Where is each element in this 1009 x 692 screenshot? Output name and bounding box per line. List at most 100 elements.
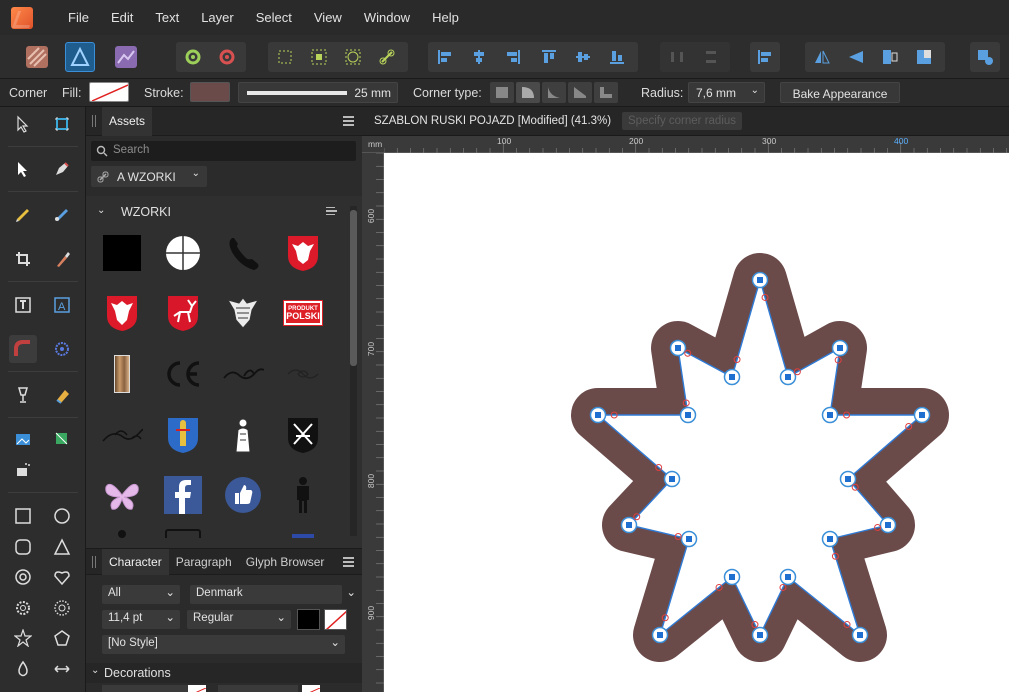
radius-input[interactable]: 7,6 mm ⌄ bbox=[688, 82, 765, 103]
cog-tool-icon[interactable] bbox=[9, 594, 37, 622]
crop-tool-icon[interactable] bbox=[9, 245, 37, 273]
heart-tool-icon[interactable] bbox=[48, 563, 76, 591]
bake-appearance-button[interactable]: Bake Appearance bbox=[780, 82, 900, 103]
text-stroke-swatch[interactable] bbox=[324, 609, 347, 630]
assets-search-input[interactable]: Search bbox=[91, 141, 356, 161]
document-title[interactable]: SZABLON RUSKI POJAZD [Modified] (41.3%) bbox=[374, 115, 611, 127]
designer-persona-icon[interactable] bbox=[22, 42, 52, 72]
assets-scroll-thumb[interactable] bbox=[350, 210, 357, 366]
decoration-controls-1[interactable] bbox=[102, 685, 192, 692]
select-link-icon[interactable] bbox=[372, 42, 402, 72]
panel-grip-icon[interactable] bbox=[92, 115, 96, 127]
pixel-persona-icon[interactable] bbox=[65, 42, 95, 72]
font-scope-dropdown[interactable]: All ⌄ bbox=[102, 585, 180, 604]
menu-layer[interactable]: Layer bbox=[190, 10, 245, 25]
vector-brush-tool-icon[interactable] bbox=[48, 199, 76, 227]
star-burst-tool-icon[interactable] bbox=[48, 594, 76, 622]
asset-partial-2[interactable] bbox=[162, 526, 204, 538]
point-transform-tool-icon[interactable] bbox=[48, 335, 76, 363]
font-weight-dropdown[interactable]: Regular ⌄ bbox=[187, 610, 291, 629]
panel-menu-icon[interactable] bbox=[343, 557, 354, 567]
corner-straight-icon[interactable] bbox=[594, 82, 618, 103]
asset-produkt-polski-badge[interactable]: PRODUKT POLSKI bbox=[282, 292, 324, 334]
asset-deer-shield[interactable] bbox=[162, 292, 204, 334]
decoration-swatch-1[interactable] bbox=[188, 685, 206, 692]
artistic-text-tool-icon[interactable]: A bbox=[48, 291, 76, 319]
rounded-rectangle-tool-icon[interactable] bbox=[9, 533, 37, 561]
asset-polish-eagle-shield[interactable] bbox=[282, 232, 324, 274]
rectangle-tool-icon[interactable] bbox=[9, 502, 37, 530]
affinity-designer-logo-icon[interactable] bbox=[11, 6, 33, 29]
select-inside-icon[interactable] bbox=[304, 42, 334, 72]
corner-chamfer-icon[interactable] bbox=[568, 82, 592, 103]
corner-rounded-icon[interactable] bbox=[516, 82, 540, 103]
asset-polish-eagle-shield-2[interactable] bbox=[101, 292, 143, 334]
select-bounds-icon[interactable] bbox=[270, 42, 300, 72]
asset-emblem-crossed[interactable] bbox=[282, 414, 324, 456]
corner-concave-icon[interactable] bbox=[542, 82, 566, 103]
menu-help[interactable]: Help bbox=[421, 10, 470, 25]
menu-file[interactable]: File bbox=[57, 10, 100, 25]
fill-swatch[interactable] bbox=[89, 82, 129, 102]
flip-horizontal-icon[interactable] bbox=[807, 42, 837, 72]
category-menu-icon[interactable] bbox=[326, 207, 337, 215]
asset-category-dropdown[interactable]: A WZORKI ⌄ bbox=[91, 166, 207, 187]
asset-ornament[interactable] bbox=[282, 353, 324, 395]
asset-flourish[interactable] bbox=[222, 353, 264, 395]
assets-category-header[interactable]: ⌄ WZORKI bbox=[89, 203, 341, 223]
tab-glyph-browser[interactable]: Glyph Browser bbox=[239, 549, 332, 575]
menu-edit[interactable]: Edit bbox=[100, 10, 144, 25]
place-image-tool-icon[interactable] bbox=[9, 425, 37, 453]
vertical-ruler[interactable]: 600 700 800 900 bbox=[362, 153, 384, 692]
asset-black-square[interactable] bbox=[101, 232, 143, 274]
font-size-field[interactable]: 11,4 pt ⌄ bbox=[102, 610, 180, 629]
align-center-icon[interactable] bbox=[464, 42, 494, 72]
node-tool-icon[interactable] bbox=[9, 155, 37, 183]
artboard-tool-icon[interactable] bbox=[48, 110, 76, 138]
polygon-tool-icon[interactable] bbox=[48, 624, 76, 652]
asset-partial-3[interactable] bbox=[282, 530, 324, 538]
paint-brush-tool-icon[interactable] bbox=[48, 245, 76, 273]
flip-vertical-icon[interactable] bbox=[841, 42, 871, 72]
asset-eagle-emblem[interactable] bbox=[222, 292, 264, 334]
add-layer-icon[interactable] bbox=[970, 42, 1000, 72]
asset-flourish-2[interactable] bbox=[101, 414, 143, 456]
font-family-field[interactable]: Denmark ⌄ bbox=[190, 585, 356, 604]
export-persona-icon[interactable] bbox=[111, 42, 141, 72]
asset-thumbs-up-icon[interactable] bbox=[222, 474, 264, 516]
vector-crop-tool-icon[interactable] bbox=[48, 425, 76, 453]
double-arrow-tool-icon[interactable] bbox=[48, 655, 76, 683]
frame-text-tool-icon[interactable] bbox=[9, 291, 37, 319]
asset-butterfly[interactable] bbox=[101, 474, 143, 516]
asset-saint-figure[interactable] bbox=[222, 414, 264, 456]
menu-text[interactable]: Text bbox=[144, 10, 190, 25]
align-middle-icon[interactable] bbox=[568, 42, 598, 72]
menu-view[interactable]: View bbox=[303, 10, 353, 25]
arrange-front-icon[interactable] bbox=[875, 42, 905, 72]
align-right-icon[interactable] bbox=[498, 42, 528, 72]
tab-paragraph[interactable]: Paragraph bbox=[169, 549, 239, 575]
gear-red-icon[interactable] bbox=[212, 42, 242, 72]
asset-ce-mark-icon[interactable] bbox=[162, 353, 204, 395]
arrange-back-icon[interactable] bbox=[909, 42, 939, 72]
horizontal-ruler[interactable]: mm 100 200 300 400 bbox=[362, 136, 1009, 153]
stroke-width-field[interactable]: 25 mm bbox=[238, 82, 398, 103]
asset-telephone-icon[interactable] bbox=[222, 232, 264, 274]
text-fill-swatch[interactable] bbox=[297, 609, 320, 630]
align-left-icon[interactable] bbox=[430, 42, 460, 72]
asset-partial-1[interactable] bbox=[101, 526, 143, 538]
transparency-tool-icon[interactable] bbox=[48, 381, 76, 409]
sprayer-tool-icon[interactable] bbox=[9, 456, 37, 484]
gear-green-icon[interactable] bbox=[178, 42, 208, 72]
move-tool-icon[interactable] bbox=[9, 110, 37, 138]
triangle-tool-icon[interactable] bbox=[48, 533, 76, 561]
tab-character[interactable]: Character bbox=[102, 548, 169, 575]
menu-window[interactable]: Window bbox=[353, 10, 421, 25]
ellipse-tool-icon[interactable] bbox=[48, 502, 76, 530]
select-path-icon[interactable] bbox=[338, 42, 368, 72]
align-bottom-icon[interactable] bbox=[602, 42, 632, 72]
asset-wood-strip[interactable] bbox=[101, 353, 143, 395]
star-shape-path[interactable] bbox=[597, 279, 923, 636]
panel-grip-icon[interactable] bbox=[92, 555, 96, 568]
asset-facebook-logo[interactable] bbox=[162, 474, 204, 516]
